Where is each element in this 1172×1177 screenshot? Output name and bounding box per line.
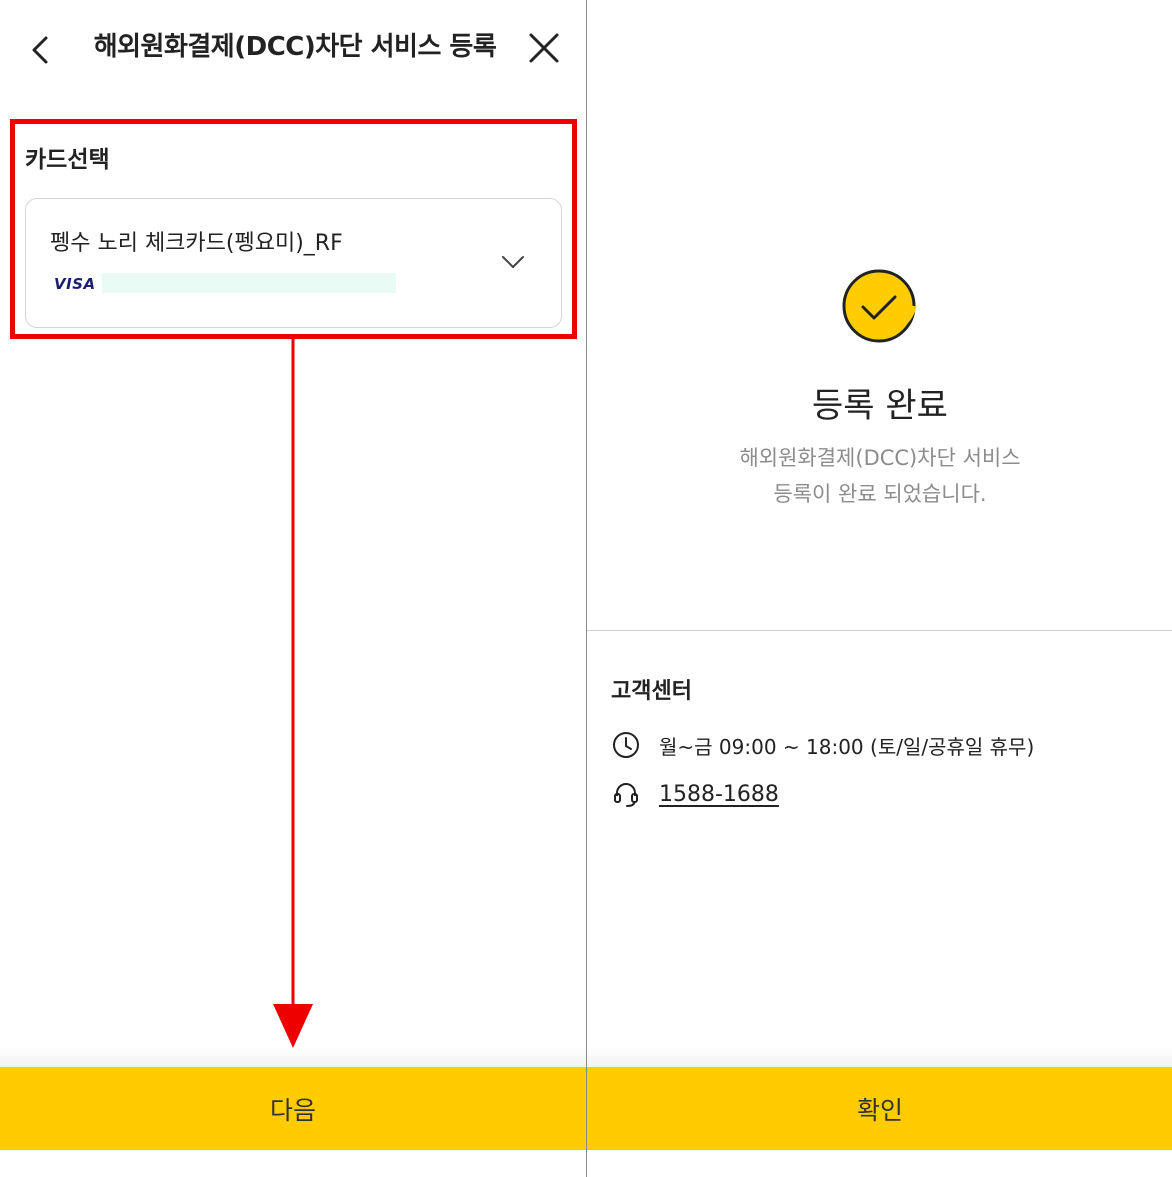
clock-icon: [613, 732, 639, 758]
button-shadow: [0, 1047, 586, 1067]
headset-icon: [614, 783, 638, 807]
customer-center-phone: 1588-1688: [611, 777, 779, 811]
phone-link[interactable]: 1588-1688: [659, 782, 779, 807]
close-button[interactable]: [522, 26, 566, 70]
left-screen: 해외원화결제(DCC)차단 서비스 등록 카드선택 펭수 노리 체크카드(펭요미…: [0, 0, 586, 1177]
back-button[interactable]: [24, 28, 64, 72]
hours-text: 월~금 09:00 ~ 18:00 (토/일/공휴일 휴무): [659, 734, 1035, 759]
customer-center-title: 고객센터: [611, 679, 692, 704]
check-circle-icon: [842, 269, 917, 343]
customer-center-hours: 월~금 09:00 ~ 18:00 (토/일/공휴일 휴무): [611, 728, 1034, 762]
right-screen: 등록 완료 해외원화결제(DCC)차단 서비스 등록이 완료 되었습니다. 고객…: [586, 0, 1172, 1177]
divider: [587, 630, 1172, 631]
next-button[interactable]: 다음: [0, 1067, 586, 1150]
confirm-button[interactable]: 확인: [587, 1067, 1172, 1150]
done-description: 해외원화결제(DCC)차단 서비스 등록이 완료 되었습니다.: [587, 440, 1172, 512]
close-icon: [529, 33, 559, 63]
done-description-line-2: 등록이 완료 되었습니다.: [773, 482, 987, 506]
page-title: 해외원화결제(DCC)차단 서비스 등록: [93, 32, 497, 62]
chevron-left-icon: [32, 36, 48, 64]
arrow-down-icon: [273, 338, 313, 1048]
button-shadow: [587, 1047, 1172, 1067]
header: 해외원화결제(DCC)차단 서비스 등록: [0, 0, 586, 100]
done-description-line-1: 해외원화결제(DCC)차단 서비스: [739, 446, 1021, 470]
card-select-highlight: [10, 119, 577, 339]
done-title: 등록 완료: [812, 386, 948, 426]
